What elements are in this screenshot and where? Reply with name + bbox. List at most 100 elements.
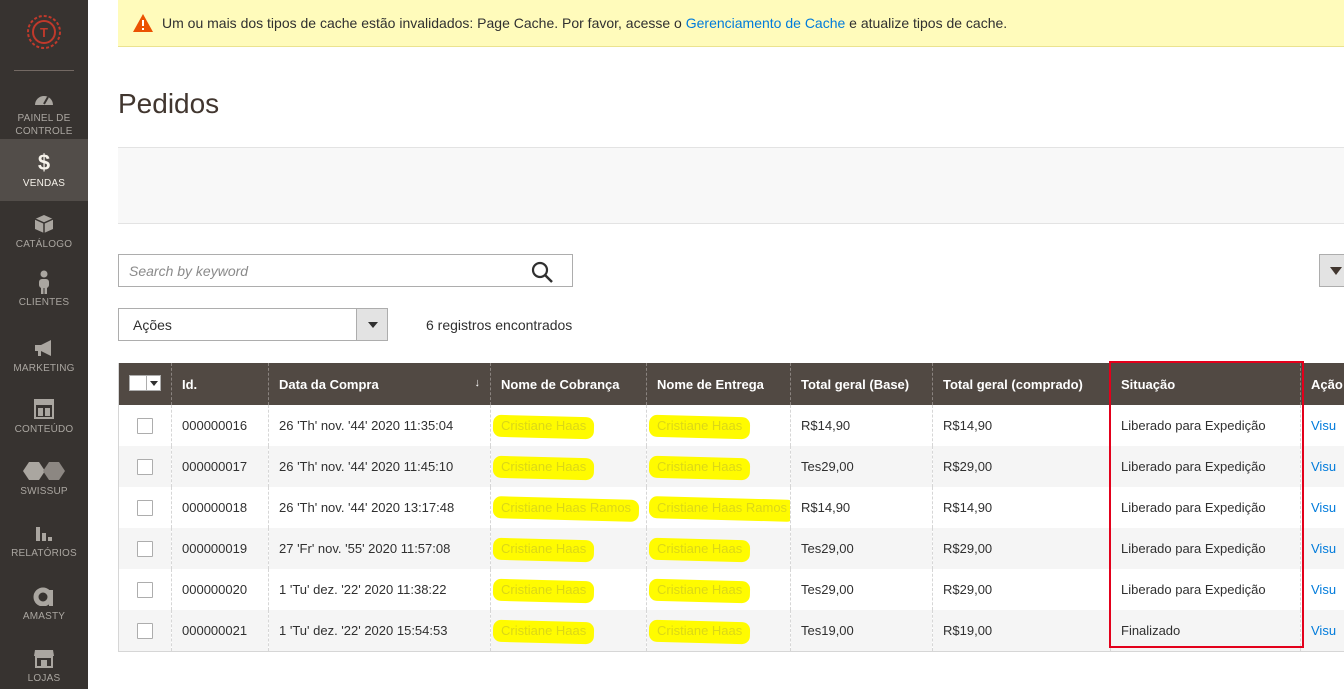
grand-total-base: Tes29,00 [790, 528, 933, 569]
row-checkbox-cell [118, 569, 172, 610]
table-row[interactable]: 000000020 1 'Tu' dez. '22' 2020 11:38:22 C… [118, 569, 1344, 610]
billing-name-cell: Cristiane Haas [490, 569, 647, 610]
sort-arrow-icon: ↓ [474, 376, 481, 389]
sidebar-item-sales[interactable]: $ VENDAS [0, 139, 88, 201]
sidebar-item-dashboard[interactable]: PAINEL DE CONTROLE [0, 86, 88, 138]
order-id: 000000020 [171, 569, 269, 610]
actions-select[interactable]: Ações [118, 308, 388, 341]
order-id: 000000016 [171, 405, 269, 446]
row-checkbox[interactable] [137, 622, 153, 639]
order-id: 000000019 [171, 528, 269, 569]
sidebar-item-customers[interactable]: CLIENTES [0, 270, 88, 322]
column-header-id[interactable]: Id. [171, 363, 269, 405]
row-checkbox[interactable] [137, 581, 153, 598]
row-checkbox[interactable] [137, 458, 153, 475]
sidebar-item-catalog[interactable]: CATÁLOGO [0, 212, 88, 264]
billing-name: Cristiane Haas [501, 459, 587, 474]
sidebar-item-content[interactable]: CONTEÚDO [0, 397, 88, 449]
sidebar-item-marketing[interactable]: MARKETING [0, 336, 88, 388]
table-row[interactable]: 000000017 26 'Th' nov. '44' 2020 11:45:10… [118, 446, 1344, 487]
table-row[interactable]: 000000016 26 'Th' nov. '44' 2020 11:35:04… [118, 405, 1344, 446]
billing-name: Cristiane Haas [501, 622, 587, 638]
view-link-cell: Visu [1300, 446, 1344, 487]
shipping-name: Cristiane Haas [657, 418, 743, 433]
sidebar-item-stores[interactable]: LOJAS [0, 646, 88, 689]
chevron-down-icon[interactable] [356, 309, 387, 340]
filters-button[interactable] [1319, 254, 1344, 287]
billing-name: Cristiane Haas [501, 541, 587, 556]
grand-total-purchased: R$19,00 [932, 610, 1111, 652]
column-header-action: Ação [1300, 363, 1344, 405]
table-row[interactable]: 000000018 26 'Th' nov. '44' 2020 13:17:48… [118, 487, 1344, 528]
sidebar-label: VENDAS [22, 178, 66, 189]
row-checkbox[interactable] [137, 540, 153, 557]
table-row[interactable]: 000000019 27 'Fr' nov. '55' 2020 11:57:08… [118, 528, 1344, 569]
purchase-date: 1 'Tu' dez. '22' 2020 15:54:53 [268, 610, 491, 652]
shipping-name-cell: Cristiane Haas [646, 446, 791, 487]
sidebar-item-amasty[interactable]: AMASTY [0, 584, 88, 636]
redacted-highlight: Cristiane Haas [501, 541, 586, 556]
view-link-cell: Visu [1300, 405, 1344, 446]
column-header-grand-total-base[interactable]: Total geral (Base) [790, 363, 933, 405]
column-header-shipping-name[interactable]: Nome de Entrega [646, 363, 791, 405]
shipping-name: Cristiane Haas [657, 622, 743, 638]
order-id: 000000018 [171, 487, 269, 528]
chevron-down-icon[interactable] [146, 376, 160, 390]
view-link[interactable]: Visu [1311, 541, 1336, 556]
redacted-highlight: Cristiane Haas [657, 582, 742, 597]
grand-total-base: Tes29,00 [790, 569, 933, 610]
view-link[interactable]: Visu [1311, 418, 1336, 433]
shipping-name: Cristiane Haas [657, 541, 743, 556]
order-status: Liberado para Expedição [1110, 446, 1301, 487]
row-checkbox-cell [118, 610, 172, 652]
sidebar-label: CLIENTES [18, 297, 70, 308]
redacted-highlight: Cristiane Haas Ramos [657, 500, 787, 515]
column-header-status[interactable]: Situação [1110, 363, 1301, 405]
row-checkbox[interactable] [137, 499, 153, 516]
bar-chart-icon [32, 521, 56, 545]
grand-total-purchased: R$14,90 [932, 487, 1111, 528]
view-link[interactable]: Visu [1311, 500, 1336, 515]
cache-warning-notice: Um ou mais dos tipos de cache estão inva… [118, 0, 1344, 47]
view-link[interactable]: Visu [1311, 459, 1336, 474]
billing-name: Cristiane Haas [501, 418, 587, 433]
view-link-cell: Visu [1300, 610, 1344, 652]
billing-name-cell: Cristiane Haas [490, 610, 647, 652]
sidebar-label: CATÁLOGO [15, 239, 73, 250]
sidebar-item-swissup[interactable]: SWISSUP [0, 459, 88, 511]
grand-total-purchased: R$14,90 [932, 405, 1111, 446]
sidebar-item-reports[interactable]: RELATÓRIOS [0, 521, 88, 573]
view-link[interactable]: Visu [1311, 623, 1336, 638]
billing-name-cell: Cristiane Haas [490, 528, 647, 569]
redacted-highlight: Cristiane Haas [657, 459, 742, 474]
mass-select-checkbox[interactable] [129, 375, 161, 391]
shipping-name: Cristiane Haas Ramos [657, 500, 788, 515]
actions-label: Ações [133, 316, 172, 333]
logo-icon[interactable]: T [26, 14, 62, 50]
search-input[interactable] [119, 255, 519, 286]
grand-total-purchased: R$29,00 [932, 528, 1111, 569]
sidebar-label: AMASTY [22, 611, 66, 622]
table-row[interactable]: 000000021 1 'Tu' dez. '22' 2020 15:54:53 C… [118, 610, 1344, 652]
shipping-name: Cristiane Haas [657, 459, 743, 474]
column-header-grand-total-purchased[interactable]: Total geral (comprado) [932, 363, 1111, 405]
column-header-billing-name[interactable]: Nome de Cobrança [490, 363, 647, 405]
admin-sidebar: T PAINEL DE CONTROLE $ VENDAS CATÁLOGO C… [0, 0, 88, 689]
view-link[interactable]: Visu [1311, 582, 1336, 597]
shipping-name-cell: Cristiane Haas [646, 610, 791, 652]
redacted-highlight: Cristiane Haas Ramos [501, 500, 631, 515]
redacted-highlight: Cristiane Haas [657, 418, 742, 433]
row-checkbox-cell [118, 528, 172, 569]
column-header-purchase-date[interactable]: Data da Compra ↓ [268, 363, 491, 405]
cache-management-link[interactable]: Gerenciamento de Cache [686, 15, 846, 31]
shipping-name-cell: Cristiane Haas [646, 405, 791, 446]
grid-header-row: Id. Data da Compra ↓ Nome de Cobrança Nom… [118, 363, 1344, 405]
order-status: Liberado para Expedição [1110, 405, 1301, 446]
row-checkbox[interactable] [137, 417, 153, 434]
order-status: Liberado para Expedição [1110, 487, 1301, 528]
search-icon[interactable] [530, 260, 554, 284]
shipping-name: Cristiane Haas [657, 582, 743, 597]
person-icon [32, 270, 56, 294]
purchase-date: 26 'Th' nov. '44' 2020 11:45:10 [268, 446, 491, 487]
megaphone-icon [32, 336, 56, 360]
